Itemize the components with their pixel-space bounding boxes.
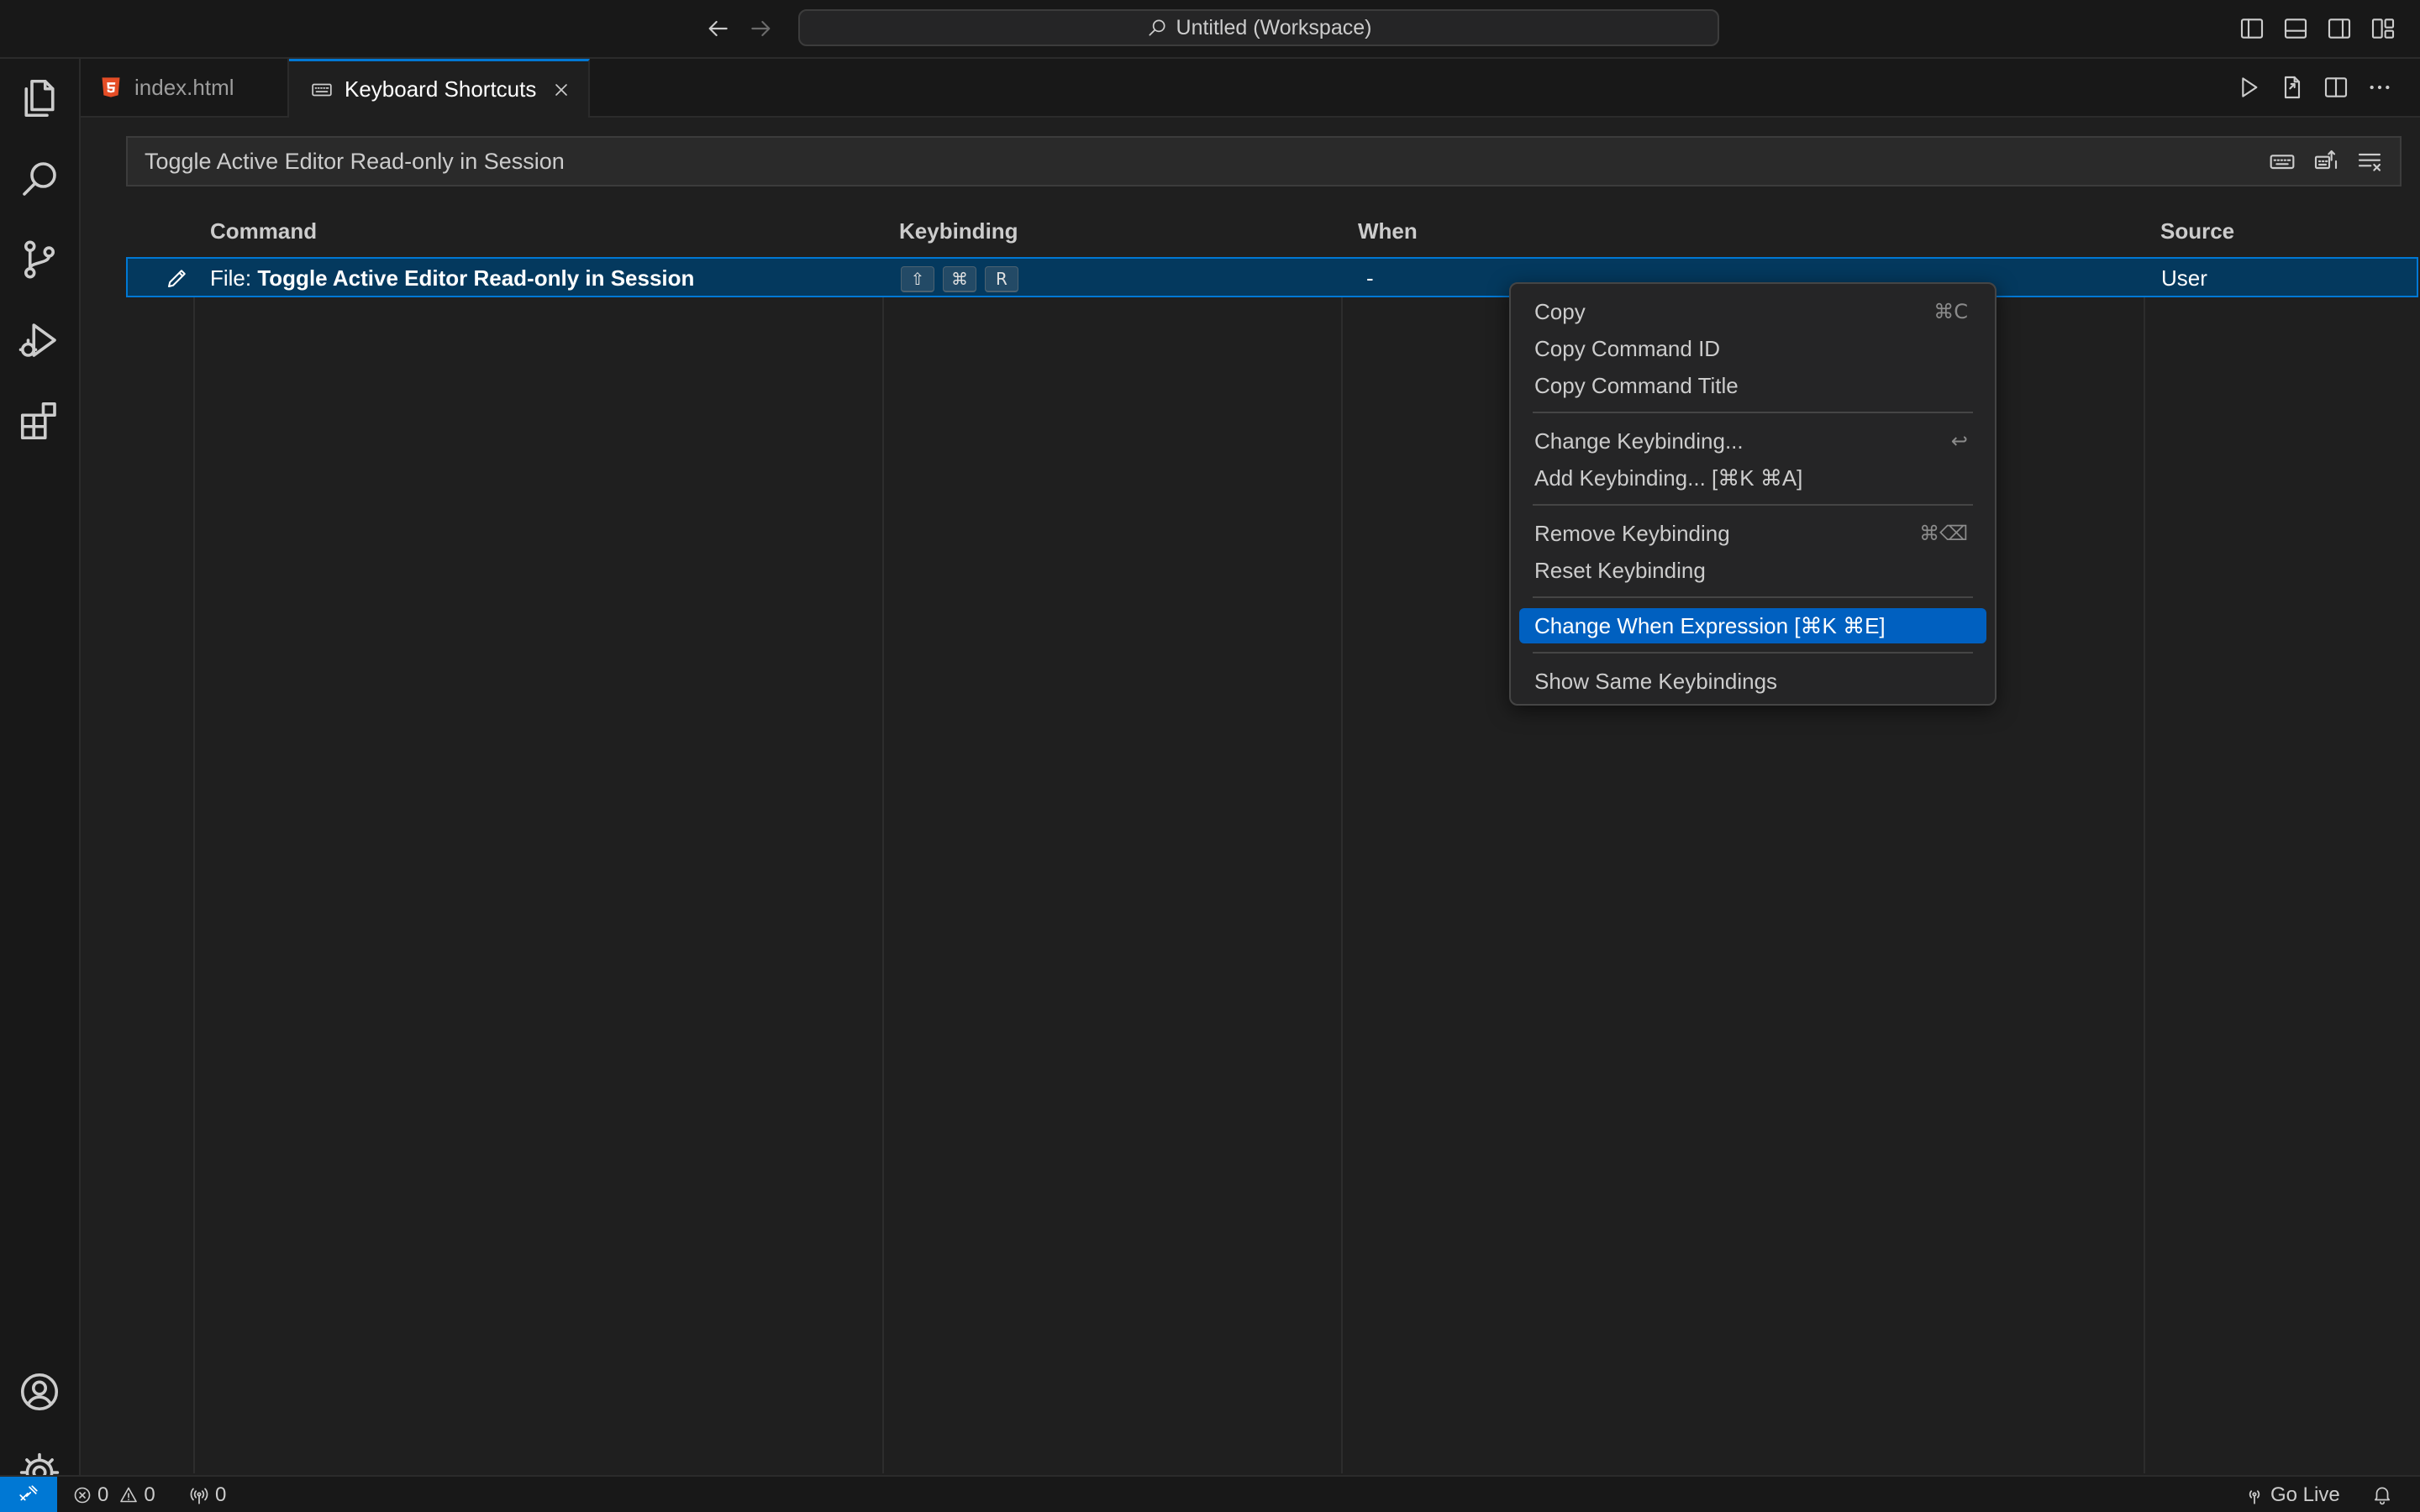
menu-item-copy-command-title[interactable]: Copy Command Title: [1519, 368, 1986, 403]
customize-layout-icon[interactable]: [2370, 15, 2396, 42]
source-cell: User: [2161, 265, 2207, 291]
broadcast-icon: [2249, 1490, 2260, 1504]
keybindings-search-input[interactable]: [128, 147, 2269, 176]
forward-arrow-icon[interactable]: [748, 15, 775, 42]
title-bar: Untitled (Workspace): [0, 0, 2420, 59]
command-center[interactable]: Untitled (Workspace): [798, 9, 1719, 46]
run-icon[interactable]: [2235, 74, 2262, 101]
problems-indicator[interactable]: 0 0: [72, 1483, 155, 1507]
ports-indicator[interactable]: 0: [188, 1483, 226, 1507]
command-cell: File: Toggle Active Editor Read-only in …: [210, 265, 694, 291]
run-and-debug-icon[interactable]: [17, 318, 62, 363]
status-bar: 0 0 0 Go Live: [0, 1475, 2420, 1512]
tab-label: Keyboard Shortcuts: [345, 76, 537, 102]
warning-count: 0: [144, 1483, 155, 1506]
menu-separator: [1533, 412, 1973, 413]
go-live-label: Go Live: [2270, 1483, 2340, 1506]
toggle-secondary-sidebar-icon[interactable]: [2326, 15, 2353, 42]
warning-icon: [120, 1487, 138, 1503]
menu-item-shortcut: ⌘C: [1933, 300, 1968, 323]
clear-search-results-icon[interactable]: [2356, 148, 2383, 175]
menu-item-copy[interactable]: Copy ⌘C: [1519, 294, 1986, 329]
menu-separator: [1533, 504, 1973, 506]
keybindings-search-box: [126, 136, 2402, 186]
column-divider: [2144, 257, 2145, 1473]
menu-item-show-same-keybindings[interactable]: Show Same Keybindings: [1519, 664, 1986, 699]
menu-item-label: Copy: [1534, 298, 1586, 324]
explorer-icon[interactable]: [17, 76, 62, 121]
column-header-command[interactable]: Command: [210, 218, 317, 244]
html5-icon: [102, 77, 120, 97]
menu-item-label: Copy Command ID: [1534, 335, 1721, 361]
source-control-icon[interactable]: [17, 237, 62, 282]
back-arrow-icon[interactable]: [704, 15, 731, 42]
when-cell: -: [1366, 265, 1374, 291]
menu-item-label: Change Keybinding...: [1534, 428, 1744, 454]
menu-item-shortcut: ⌘⌫: [1919, 522, 1968, 545]
keybinding-cell: ⇧ ⌘ R: [901, 265, 1027, 292]
accounts-icon[interactable]: [17, 1369, 62, 1415]
menu-item-label: Change When Expression [⌘K ⌘E]: [1534, 612, 1886, 638]
menu-item-remove-keybinding[interactable]: Remove Keybinding ⌘⌫: [1519, 516, 1986, 551]
close-icon[interactable]: [551, 80, 571, 100]
command-center-label: Untitled (Workspace): [1176, 15, 1372, 39]
extensions-icon[interactable]: [17, 398, 62, 444]
menu-item-change-when-expression[interactable]: Change When Expression [⌘K ⌘E]: [1519, 608, 1986, 643]
menu-separator: [1533, 652, 1973, 654]
tab-label: index.html: [134, 74, 234, 100]
key-cmd: ⌘: [943, 266, 976, 292]
error-icon: [74, 1487, 91, 1504]
open-keybindings-json-icon[interactable]: [2279, 74, 2306, 101]
split-editor-icon[interactable]: [2323, 74, 2349, 101]
column-header-source[interactable]: Source: [2160, 218, 2234, 244]
context-menu: Copy ⌘C Copy Command ID Copy Command Titl…: [1509, 282, 1996, 706]
remote-icon: [19, 1485, 38, 1501]
sort-by-precedence-icon[interactable]: [2312, 148, 2339, 175]
key-r: R: [985, 266, 1018, 292]
tab-index-html[interactable]: index.html: [81, 59, 289, 116]
keyboard-icon: [312, 83, 332, 96]
search-icon: [1148, 19, 1165, 36]
toggle-panel-icon[interactable]: [2282, 15, 2309, 42]
menu-item-label: Copy Command Title: [1534, 372, 1739, 398]
edit-keybinding-pencil-icon[interactable]: [165, 265, 190, 291]
column-header-when[interactable]: When: [1358, 218, 1418, 244]
column-divider: [1341, 257, 1343, 1473]
command-title: Toggle Active Editor Read-only in Sessio…: [257, 265, 695, 291]
column-header-keybinding[interactable]: Keybinding: [899, 218, 1018, 244]
menu-item-shortcut: ↩: [1950, 429, 1968, 453]
error-count: 0: [97, 1483, 109, 1506]
search-icon[interactable]: [17, 156, 62, 202]
notifications-button[interactable]: [2371, 1483, 2393, 1505]
go-live-button[interactable]: Go Live: [2244, 1483, 2340, 1507]
menu-item-label: Add Keybinding... [⌘K ⌘A]: [1534, 465, 1803, 491]
menu-item-label: Reset Keybinding: [1534, 557, 1706, 583]
menu-item-add-keybinding[interactable]: Add Keybinding... [⌘K ⌘A]: [1519, 460, 1986, 496]
table-row[interactable]: File: Toggle Active Editor Read-only in …: [126, 257, 2418, 297]
menu-item-label: Show Same Keybindings: [1534, 668, 1778, 694]
more-actions-icon[interactable]: [2366, 74, 2393, 101]
ports-count: 0: [215, 1483, 227, 1506]
menu-item-reset-keybinding[interactable]: Reset Keybinding: [1519, 553, 1986, 588]
key-shift: ⇧: [901, 266, 934, 292]
command-category: File:: [210, 265, 258, 291]
remote-indicator-button[interactable]: [0, 1477, 57, 1512]
menu-separator: [1533, 596, 1973, 598]
column-divider: [882, 257, 884, 1473]
menu-item-copy-command-id[interactable]: Copy Command ID: [1519, 331, 1986, 366]
toggle-primary-sidebar-icon[interactable]: [2238, 15, 2265, 42]
menu-item-label: Remove Keybinding: [1534, 520, 1730, 546]
broadcast-icon: [190, 1488, 208, 1504]
keybindings-table-header: Command Keybinding When Source: [126, 205, 2420, 255]
bell-icon: [2375, 1487, 2390, 1505]
column-divider: [193, 257, 195, 1473]
menu-item-change-keybinding[interactable]: Change Keybinding... ↩: [1519, 423, 1986, 459]
record-keys-icon[interactable]: [2269, 148, 2296, 175]
editor-tab-bar: index.html Keyboard Shortcuts: [81, 59, 2420, 118]
tab-keyboard-shortcuts[interactable]: Keyboard Shortcuts: [289, 59, 590, 118]
activity-bar: [0, 59, 81, 1493]
